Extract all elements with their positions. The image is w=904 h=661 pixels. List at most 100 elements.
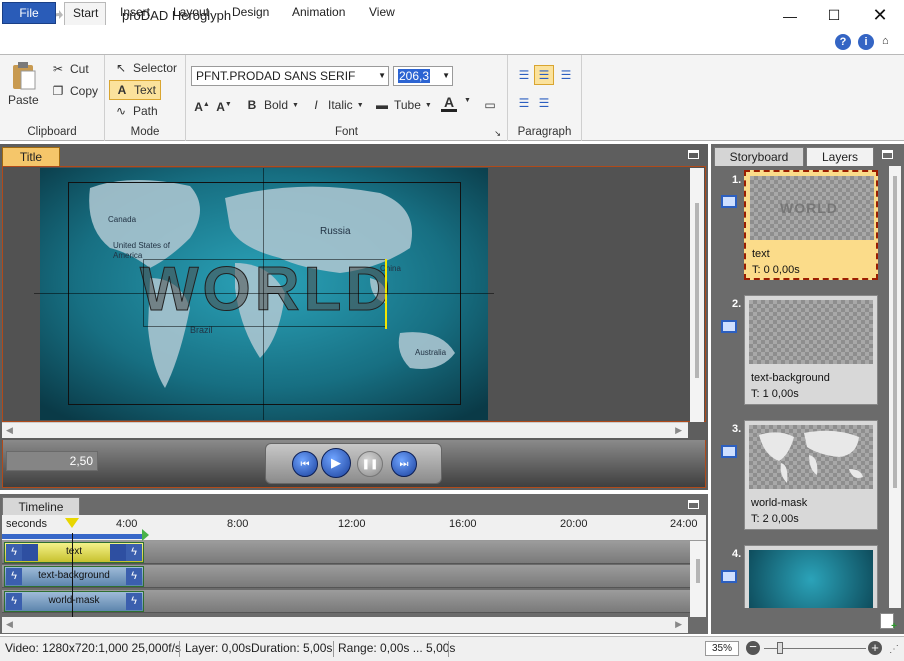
scissors-icon: ✂ [52,62,64,76]
align-right-button[interactable]: ☰ [558,67,574,83]
timeline-ruler[interactable]: seconds 4:00 8:00 12:00 16:00 20:00 24:0… [2,515,706,541]
clipboard-group-label: Clipboard [27,126,77,138]
zoom-level[interactable]: 35% [705,641,739,656]
scroll-thumb[interactable] [695,203,699,378]
tab-animation[interactable]: Animation [284,2,353,24]
chevron-down-icon: ▼ [442,71,450,80]
bold-button[interactable]: B Bold ▼ [244,97,299,113]
tab-view[interactable]: View [361,2,403,24]
tab-layers[interactable]: Layers [806,147,874,167]
tab-timeline[interactable]: Timeline [2,497,80,517]
paste-button[interactable]: Paste [8,61,39,107]
help-icon[interactable]: ? [835,34,851,50]
strikethrough-button[interactable]: ▭ [482,97,498,113]
path-button[interactable]: ∿ Path [113,103,158,119]
layer-item-4[interactable] [744,545,878,609]
scroll-right-icon[interactable]: ▶ [675,619,682,630]
tab-layout[interactable]: Layout [165,2,217,24]
font-color-swatch [441,109,457,112]
bold-label: Bold [264,98,289,112]
tab-start[interactable]: Start [64,2,106,25]
maximize-layers-icon[interactable] [882,150,893,159]
font-color-button[interactable]: A [441,95,457,112]
maximize-timeline-icon[interactable] [688,500,699,509]
tab-title[interactable]: Title [2,147,60,167]
tab-design[interactable]: Design [224,2,277,24]
zoom-out-icon[interactable]: − [746,640,760,655]
justify-button[interactable]: ☰ [516,95,532,111]
timeline-clip-text-background[interactable]: ϟ text-background ϟ [4,566,144,587]
lightning-icon: ϟ [6,544,22,561]
font-family-select[interactable]: PFNT.PRODAD SANS SERIF ▼ [191,66,389,86]
monitor-icon[interactable] [721,570,737,583]
tab-file[interactable]: File [2,2,56,24]
monitor-icon[interactable] [721,320,737,333]
chevron-down-icon: ▼ [292,101,299,109]
skip-to-start-button[interactable]: ⏮ [292,451,318,477]
italic-button[interactable]: I Italic ▼ [308,97,364,113]
ruler-tick-label: 20:00 [560,518,588,530]
font-size-select[interactable]: 206,3 ▼ [393,66,453,86]
align-center-button[interactable]: ☰ [534,65,554,85]
skip-to-end-button[interactable]: ⏭ [391,451,417,477]
maximize-button[interactable]: ☐ [812,0,856,31]
copy-button[interactable]: ❐ Copy [50,83,98,99]
info-icon[interactable]: i [858,34,874,50]
timeline-clip-text[interactable]: ϟ text ϟ [4,542,144,563]
monitor-icon[interactable] [721,195,737,208]
layer-number: 1. [732,174,742,186]
maximize-panel-icon[interactable] [688,150,699,159]
text-mode-button[interactable]: A Text [109,80,162,100]
zoom-slider-thumb[interactable] [777,642,783,654]
zoom-in-icon[interactable]: + [868,641,882,655]
mode-group-label: Mode [130,126,160,138]
grow-font-button[interactable]: A▲ [194,97,210,114]
justify-all-button[interactable]: ☰ [536,95,552,111]
monitor-icon[interactable] [721,445,737,458]
chevron-down-icon: ▼ [356,101,364,109]
selector-button[interactable]: ↖ Selector [113,60,177,76]
play-button[interactable]: ▶ [321,448,351,478]
playhead-marker[interactable] [65,518,79,528]
layers-scrollbar[interactable] [889,166,901,608]
layer-time: T: 1 0,00s [751,388,799,400]
scroll-thumb[interactable] [893,176,897,488]
scroll-left-icon[interactable]: ◀ [6,619,13,630]
layer-time: T: 0 0,00s [752,264,800,276]
layer-item-text[interactable]: WORLD text T: 0 0,00s [744,170,878,280]
font-color-dropdown-icon[interactable]: ▼ [464,97,471,104]
clip-end-handle[interactable] [110,544,126,561]
pause-button[interactable]: ❚❚ [357,451,383,477]
canvas-vertical-scrollbar[interactable] [690,168,704,422]
close-button[interactable]: ✕ [858,0,902,31]
cut-button[interactable]: ✂ Cut [50,61,89,77]
tab-insert[interactable]: Insert [112,2,158,24]
timeline-clip-world-mask[interactable]: ϟ world-mask ϟ [4,591,144,612]
scroll-thumb[interactable] [696,559,700,583]
resize-grip-icon[interactable]: ⋰ [889,644,899,655]
shrink-font-button[interactable]: A▼ [216,97,232,114]
layer-item-text-background[interactable]: text-background T: 1 0,00s [744,295,878,405]
timeline-vertical-scrollbar[interactable] [690,541,706,617]
scroll-right-icon[interactable]: ▶ [675,425,682,436]
scroll-left-icon[interactable]: ◀ [6,425,13,436]
lightning-icon: ϟ [126,593,142,610]
justify-all-icon: ☰ [538,96,550,110]
minimize-button[interactable]: — [768,0,812,31]
tab-storyboard[interactable]: Storyboard [714,147,804,167]
current-time-field[interactable]: 2,50 [6,451,98,471]
font-dialog-launcher-icon[interactable]: ↘ [494,129,501,138]
range-end-marker[interactable] [142,529,149,541]
tube-button[interactable]: ▬ Tube ▼ [374,97,432,113]
canvas-horizontal-scrollbar[interactable]: ◀ ▶ [2,422,688,438]
grow-font-icon: A▲ [194,100,210,114]
layer-number: 3. [732,423,742,435]
ruler-tick-label: 16:00 [449,518,477,530]
status-range: Range: 0,00s ... 5,00s [338,641,456,655]
layer-item-world-mask[interactable]: world-mask T: 2 0,00s [744,420,878,530]
new-layer-icon[interactable]: + [880,613,897,632]
align-left-button[interactable]: ☰ [516,67,532,83]
layer-name: world-mask [751,497,808,509]
collapse-ribbon-icon[interactable]: ⌂ [882,35,889,47]
timeline-horizontal-scrollbar[interactable]: ◀ ▶ [2,617,688,633]
